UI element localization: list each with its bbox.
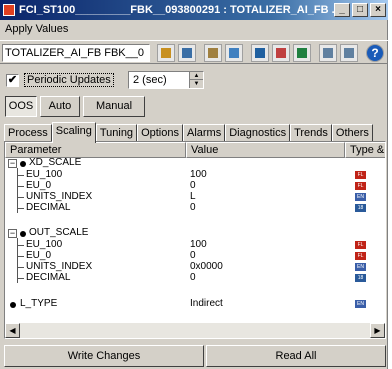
grid-icon[interactable] [340, 44, 358, 62]
int-type-icon: 18 [355, 204, 366, 212]
tab-diagnostics[interactable]: Diagnostics [225, 124, 291, 142]
column-header-value[interactable]: Value [186, 142, 345, 158]
print-icon[interactable] [204, 44, 222, 62]
read-all-button[interactable]: Read All [206, 345, 386, 367]
save-icon[interactable] [251, 44, 269, 62]
tab-trends[interactable]: Trends [290, 124, 332, 142]
param-name: EU_0 [26, 180, 52, 191]
param-value[interactable]: 100 [190, 170, 207, 180]
column-header-type[interactable]: Type & E: [345, 142, 385, 158]
periodic-updates-label: Periodic Updates [24, 73, 114, 87]
chart-icon[interactable] [178, 44, 196, 62]
mode-manual-button[interactable]: Manual [83, 96, 145, 117]
table-row[interactable]: UNITS_INDEX L EN [5, 191, 385, 202]
menu-apply-values[interactable]: Apply Values [5, 23, 68, 35]
param-name: EU_100 [26, 169, 63, 180]
parameter-grid: Parameter Value Type & E: − XD_SCALE EU_… [4, 141, 386, 339]
param-name: DECIMAL [26, 202, 71, 213]
maximize-button[interactable]: □ [352, 3, 368, 17]
tab-options[interactable]: Options [137, 124, 183, 142]
param-name: EU_0 [26, 250, 52, 261]
param-value[interactable]: L [190, 192, 196, 202]
mode-auto-button[interactable]: Auto [40, 96, 80, 117]
group-row[interactable]: OUT_SCALE [5, 227, 385, 238]
param-value[interactable]: Indirect [190, 299, 223, 309]
column-header-parameter[interactable]: Parameter [5, 142, 186, 158]
group-name: OUT_SCALE [29, 227, 89, 238]
float-type-icon: FL [355, 182, 366, 190]
int-type-icon: 18 [355, 274, 366, 282]
tab-alarms[interactable]: Alarms [182, 124, 226, 142]
chart-icon[interactable] [157, 44, 175, 62]
device-window: FCI_ST100_________FBK__093800291 : TOTAL… [0, 0, 388, 369]
enum-type-icon: EN [355, 193, 366, 201]
group-name: XD_SCALE [29, 157, 82, 168]
minimize-button[interactable]: _ [334, 3, 350, 17]
spin-up-icon[interactable]: ▲ [190, 72, 203, 80]
window-title: FCI_ST100_________FBK__093800291 : TOTAL… [19, 4, 334, 16]
update-interval-field[interactable]: 2 (sec) ▲ ▼ [128, 71, 204, 89]
tab-process[interactable]: Process [4, 124, 52, 142]
table-row[interactable]: EU_0 0 FL [5, 180, 385, 191]
help-icon[interactable]: ? [366, 44, 384, 62]
mode-oos-button[interactable]: OOS [5, 96, 37, 117]
table-row[interactable]: UNITS_INDEX 0x0000 EN [5, 261, 385, 272]
table-row[interactable]: L_TYPE Indirect EN [5, 298, 385, 309]
tab-strip: Process Scaling Tuning Options Alarms Di… [4, 122, 373, 143]
tab-tuning[interactable]: Tuning [95, 124, 138, 142]
write-changes-button[interactable]: Write Changes [4, 345, 204, 367]
toolbar: TOTALIZER_AI_FB FBK__0 ? [0, 40, 388, 64]
table-row[interactable]: EU_100 100 FL [5, 239, 385, 250]
spin-down-icon[interactable]: ▼ [190, 80, 203, 88]
settings-icon[interactable] [293, 44, 311, 62]
update-interval-value: 2 (sec) [133, 74, 167, 86]
table-row[interactable]: DECIMAL 0 18 [5, 202, 385, 213]
tab-scaling[interactable]: Scaling [51, 122, 96, 143]
param-name: UNITS_INDEX [26, 261, 93, 272]
param-value[interactable]: 0 [190, 251, 196, 261]
app-icon [3, 4, 15, 16]
float-type-icon: FL [355, 171, 366, 179]
table-row[interactable]: EU_100 100 FL [5, 169, 385, 180]
param-name: EU_100 [26, 239, 63, 250]
view-icon[interactable] [319, 44, 337, 62]
enum-type-icon: EN [355, 263, 366, 271]
compare-icon[interactable] [225, 44, 243, 62]
param-name: L_TYPE [20, 298, 58, 309]
table-row[interactable]: DECIMAL 0 18 [5, 272, 385, 283]
enum-type-icon: EN [355, 300, 366, 308]
load-icon[interactable] [272, 44, 290, 62]
param-name: DECIMAL [26, 272, 71, 283]
group-row[interactable]: XD_SCALE [5, 157, 385, 168]
scroll-right-icon[interactable]: ▶ [370, 323, 385, 338]
menu-bar: Apply Values [0, 21, 388, 38]
float-type-icon: FL [355, 241, 366, 249]
horizontal-scrollbar[interactable]: ◀ ▶ [5, 323, 385, 338]
periodic-updates-checkbox[interactable]: ✔ [6, 73, 19, 87]
param-name: UNITS_INDEX [26, 191, 93, 202]
grid-header: Parameter Value Type & E: [5, 142, 385, 158]
table-row[interactable]: EU_0 0 FL [5, 250, 385, 261]
close-button[interactable]: × [370, 3, 386, 17]
float-type-icon: FL [355, 252, 366, 260]
param-value[interactable]: 0 [190, 203, 196, 213]
tab-others[interactable]: Others [331, 124, 373, 142]
block-select[interactable]: TOTALIZER_AI_FB FBK__0 [2, 44, 150, 62]
param-value[interactable]: 0x0000 [190, 262, 223, 272]
param-value[interactable]: 100 [190, 240, 207, 250]
scroll-left-icon[interactable]: ◀ [5, 323, 20, 338]
param-value[interactable]: 0 [190, 273, 196, 283]
periodic-updates[interactable]: ✔ Periodic Updates [6, 70, 114, 90]
interval-spinner[interactable]: ▲ ▼ [189, 72, 203, 88]
title-bar: FCI_ST100_________FBK__093800291 : TOTAL… [0, 0, 388, 20]
param-value[interactable]: 0 [190, 181, 196, 191]
